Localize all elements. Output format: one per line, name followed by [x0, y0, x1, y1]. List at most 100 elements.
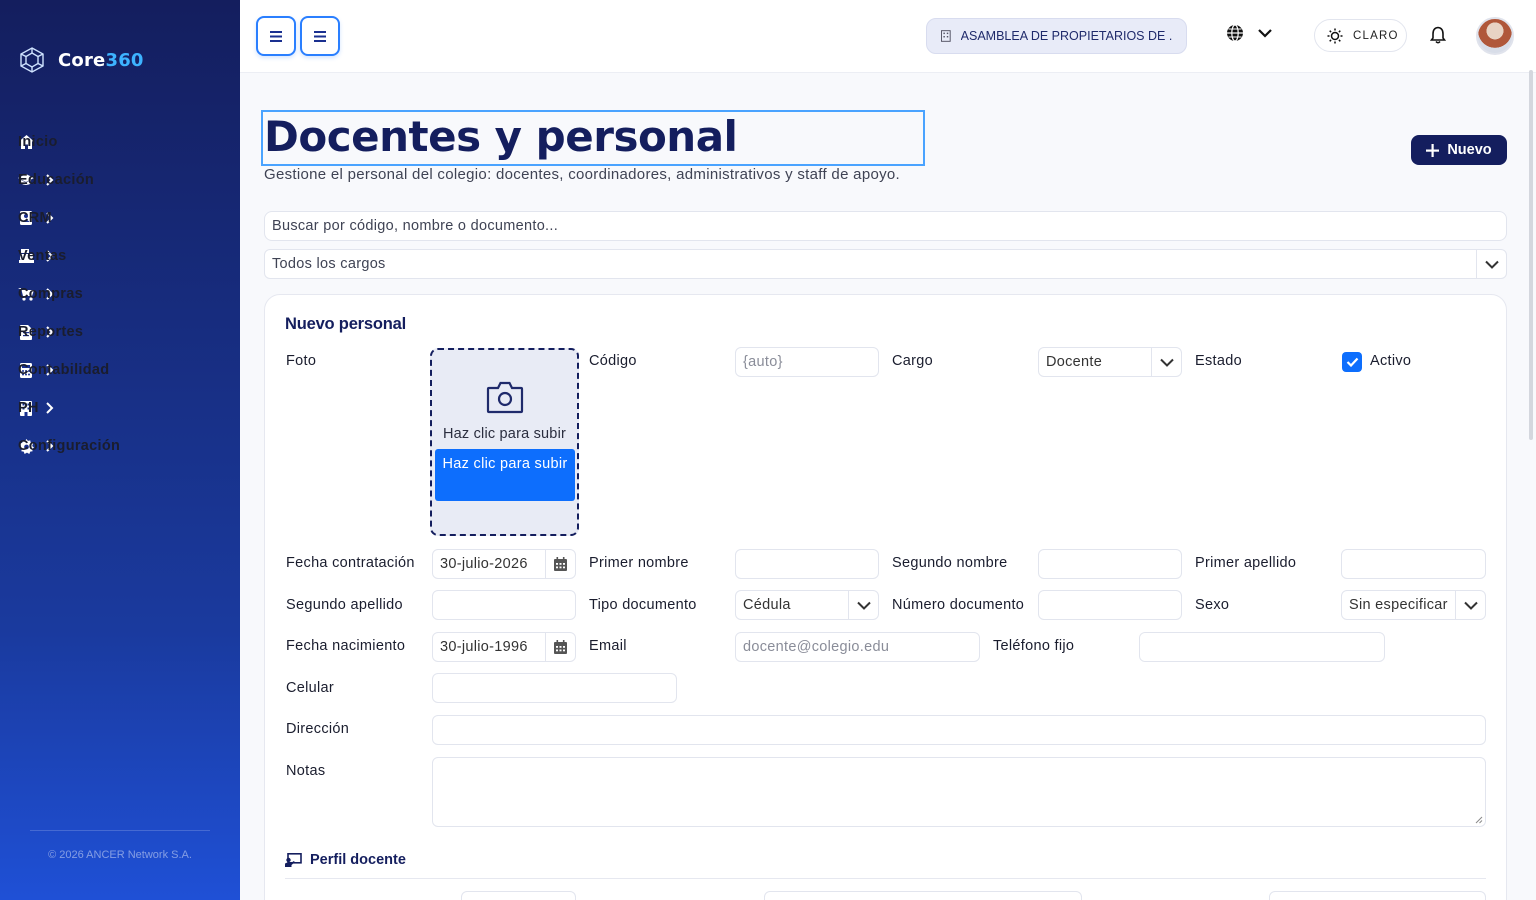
page-scrollbar[interactable]: [1529, 70, 1533, 440]
activo-label[interactable]: Activo: [1370, 353, 1411, 369]
cargo-filter-select[interactable]: Todos los cargos: [264, 249, 1507, 279]
sexo-select[interactable]: Sin especificar: [1341, 590, 1486, 620]
sidebar-item-crm[interactable]: CRM: [0, 199, 240, 237]
filter-value: Todos los cargos: [272, 256, 386, 272]
sidebar-item-label: CRM: [18, 210, 52, 226]
hamburger-icon: [270, 30, 282, 42]
organization-name: ASAMBLEA DE PROPIETARIOS DE ...: [960, 29, 1172, 43]
sidebar-item-inicio[interactable]: Inicio: [0, 123, 240, 161]
telefono-input[interactable]: [1139, 632, 1385, 662]
fecha-contratacion-label: Fecha contratación: [286, 555, 415, 571]
language-selector[interactable]: [1226, 24, 1272, 42]
telefono-label: Teléfono fijo: [993, 638, 1075, 654]
logo-text: Core360: [58, 49, 144, 71]
building-icon: [941, 30, 951, 42]
sidebar-item-ventas[interactable]: Ventas: [0, 237, 240, 275]
sidebar-item-label: Ventas: [18, 248, 67, 264]
sidebar-item-label: PH: [18, 400, 39, 416]
search-input[interactable]: [264, 211, 1507, 241]
chevron-down-icon: [856, 601, 871, 610]
cargo-select[interactable]: Docente: [1038, 347, 1182, 377]
chevron-right-icon: [46, 402, 54, 414]
primer-nombre-input[interactable]: [735, 549, 879, 579]
notas-label: Notas: [286, 763, 326, 779]
chevron-down-icon: [1159, 358, 1174, 367]
fecha-nacimiento-input[interactable]: 30-julio-1996: [432, 632, 576, 662]
calendar-button[interactable]: [545, 633, 575, 661]
chevron-down-icon: [1258, 29, 1272, 38]
primer-nombre-label: Primer nombre: [589, 555, 689, 571]
sidebar-item-label: Reportes: [18, 324, 84, 340]
bell-icon: [1429, 26, 1447, 44]
sidebar-item-label: Educación: [18, 172, 95, 188]
calendar-button[interactable]: [545, 550, 575, 578]
perfil-field-input[interactable]: [1269, 891, 1486, 900]
numero-documento-input[interactable]: [1038, 590, 1182, 620]
tipo-documento-label: Tipo documento: [589, 597, 697, 613]
segundo-apellido-input[interactable]: [432, 590, 576, 620]
dropdown-toggle[interactable]: [1151, 348, 1181, 376]
sidebar-item-contabilidad[interactable]: Contabilidad: [0, 351, 240, 389]
email-label: Email: [589, 638, 627, 654]
globe-icon: [1227, 24, 1243, 42]
celular-input[interactable]: [432, 673, 677, 703]
section-divider: [285, 878, 1486, 879]
sidebar-item-label: Configuración: [18, 438, 121, 454]
perfil-field-input[interactable]: [461, 891, 576, 900]
check-icon: [1346, 357, 1358, 367]
sidebar-divider: [30, 830, 210, 831]
direccion-label: Dirección: [286, 721, 350, 737]
dropdown-toggle[interactable]: [1455, 591, 1485, 619]
estado-label: Estado: [1195, 353, 1242, 369]
email-field[interactable]: docente@colegio.edu: [735, 632, 980, 662]
upload-hint: Haz clic para subir: [442, 426, 567, 442]
sidebar-item-compras[interactable]: Compras: [0, 275, 240, 313]
organization-selector[interactable]: ASAMBLEA DE PROPIETARIOS DE ...: [926, 18, 1187, 54]
chevron-down-icon: [1463, 601, 1478, 610]
logo-icon: [20, 47, 44, 73]
notas-textarea[interactable]: [432, 757, 1486, 827]
foto-label: Foto: [286, 353, 317, 369]
perfil-field-input[interactable]: [764, 891, 1082, 900]
activo-checkbox[interactable]: [1342, 352, 1362, 372]
resize-handle-icon[interactable]: [1475, 816, 1483, 824]
tipo-documento-value: Cédula: [743, 597, 791, 613]
direccion-input[interactable]: [432, 715, 1486, 745]
sidebar: Core360 Inicio Educación CRM Ventas Comp…: [0, 0, 240, 900]
user-avatar[interactable]: [1476, 17, 1514, 55]
menu-button[interactable]: [300, 16, 340, 56]
theme-toggle[interactable]: CLARO: [1314, 19, 1407, 52]
segundo-nombre-input[interactable]: [1038, 549, 1182, 579]
notifications-button[interactable]: [1429, 26, 1447, 49]
fecha-nacimiento-value: 30-julio-1996: [440, 639, 528, 655]
primer-apellido-input[interactable]: [1341, 549, 1486, 579]
calendar-icon: [554, 640, 567, 654]
toggle-sidebar-button[interactable]: [256, 16, 296, 56]
app-logo[interactable]: Core360: [18, 46, 144, 74]
sidebar-item-configuracion[interactable]: Configuración: [0, 427, 240, 465]
sexo-value: Sin especificar: [1349, 597, 1448, 613]
fecha-contratacion-value: 30-julio-2026: [440, 556, 528, 572]
perfil-docente-title: Perfil docente: [310, 852, 406, 868]
sidebar-nav: Inicio Educación CRM Ventas Compras Repo…: [0, 123, 240, 465]
upload-button[interactable]: Haz clic para subir: [435, 449, 575, 501]
form-section-title: Nuevo personal: [285, 315, 406, 333]
codigo-input[interactable]: {auto}: [735, 347, 879, 377]
theme-label: CLARO: [1353, 29, 1399, 42]
new-button[interactable]: Nuevo: [1411, 135, 1507, 165]
cargo-value: Docente: [1046, 354, 1103, 370]
page-title: Docentes y personal: [264, 112, 738, 161]
sidebar-item-ph[interactable]: PH: [0, 389, 240, 427]
sidebar-item-reportes[interactable]: Reportes: [0, 313, 240, 351]
copyright-text: © 2026 ANCER Network S.A.: [48, 849, 192, 861]
sidebar-item-educacion[interactable]: Educación: [0, 161, 240, 199]
dropdown-toggle[interactable]: [848, 591, 878, 619]
photo-upload-dropzone[interactable]: Haz clic para subir Haz clic para subir: [430, 348, 579, 536]
perfil-docente-section: Perfil docente: [285, 852, 406, 868]
tipo-documento-select[interactable]: Cédula: [735, 590, 879, 620]
hamburger-icon: [314, 30, 326, 42]
segundo-nombre-label: Segundo nombre: [892, 555, 1008, 571]
fecha-contratacion-input[interactable]: 30-julio-2026: [432, 549, 576, 579]
page-subtitle: Gestione el personal del colegio: docent…: [264, 166, 901, 183]
dropdown-toggle[interactable]: [1476, 250, 1506, 278]
